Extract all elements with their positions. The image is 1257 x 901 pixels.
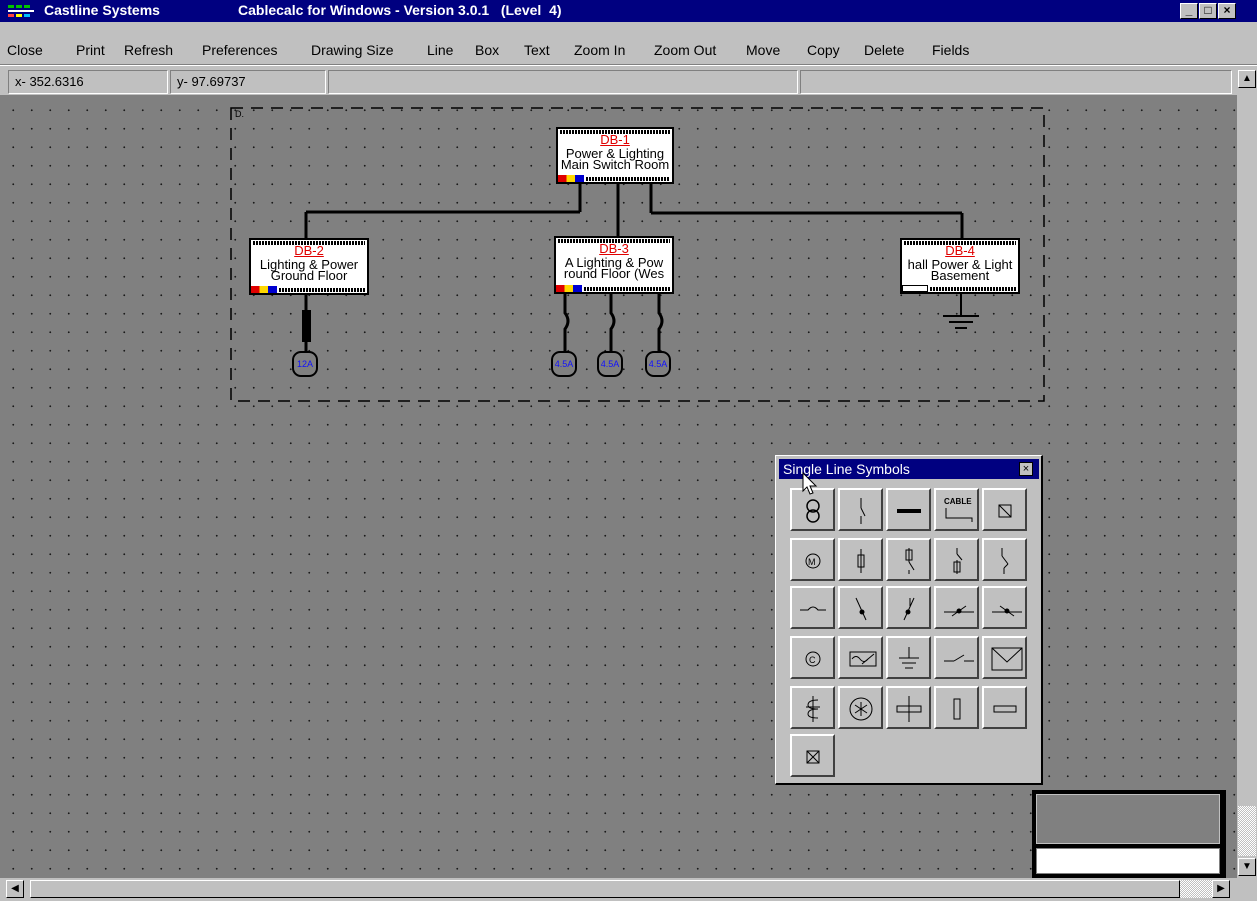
vertical-scrollbar[interactable]: ▲ ▼	[1237, 70, 1257, 878]
status-field-3	[328, 70, 798, 94]
menu-line[interactable]: Line	[427, 42, 453, 62]
menu-text[interactable]: Text	[524, 42, 550, 62]
db3-footer-fields	[584, 287, 670, 291]
menu-print[interactable]: Print	[76, 42, 105, 62]
wiring-lines	[230, 107, 1045, 402]
db2-box[interactable]: DB-2 Lighting & Power Ground Floor	[249, 238, 369, 295]
db3-phase-colors	[556, 285, 582, 292]
drawing-canvas[interactable]: D. DB-1 Power & Lighting Main Switch Roo…	[0, 95, 1237, 878]
db1-phase-colors	[558, 175, 584, 182]
info-panel	[1032, 790, 1226, 878]
breaker-circuit-1[interactable]: 4.5A	[551, 351, 577, 377]
db3-code: DB-3	[599, 241, 629, 256]
mcb-icon[interactable]	[982, 586, 1027, 629]
menu-copy[interactable]: Copy	[807, 42, 840, 62]
title-bar[interactable]: Castline Systems Cablecalc for Windows -…	[0, 0, 1257, 22]
contact-icon[interactable]	[934, 636, 979, 679]
scroll-up-icon[interactable]: ▲	[1238, 70, 1256, 88]
menu-zoom-in[interactable]: Zoom In	[574, 42, 625, 62]
db1-line2: Main Switch Room	[560, 157, 670, 172]
menu-refresh[interactable]: Refresh	[124, 42, 173, 62]
db4-phase-box	[902, 285, 928, 292]
capacitor-icon[interactable]: C	[790, 636, 835, 679]
group-label: D.	[235, 109, 244, 119]
breaker-circuit-2[interactable]: 4.5A	[597, 351, 623, 377]
palette-close-button[interactable]: ×	[1019, 462, 1033, 476]
fuse-icon[interactable]	[838, 538, 883, 581]
app-icon	[6, 3, 36, 19]
scroll-left-icon[interactable]: ◀	[6, 880, 24, 898]
breaker-closed-icon[interactable]	[886, 586, 931, 629]
db2-footer-fields	[279, 288, 365, 292]
x-coordinate-field: x- 352.6316	[8, 70, 168, 94]
star-icon[interactable]	[838, 686, 883, 729]
horizontal-scrollbar[interactable]: ◀ ▶	[0, 878, 1237, 901]
breaker-circuit-3[interactable]: 4.5A	[645, 351, 671, 377]
horizontal-scroll-thumb[interactable]	[30, 880, 1180, 898]
menu-delete[interactable]: Delete	[864, 42, 904, 62]
breaker-open-icon[interactable]	[838, 586, 883, 629]
restore-button[interactable]: □	[1199, 3, 1217, 19]
horizontal-scroll-track[interactable]	[1180, 880, 1212, 898]
db4-line2: Basement	[930, 268, 990, 283]
palette-title-bar[interactable]: Single Line Symbols ×	[779, 459, 1039, 479]
window-title: Cablecalc for Windows - Version 3.0.1 (L…	[238, 2, 562, 18]
company-name: Castline Systems	[44, 2, 160, 18]
envelope-icon[interactable]	[982, 636, 1027, 679]
db4-code: DB-4	[945, 243, 975, 258]
link-icon[interactable]	[790, 586, 835, 629]
vertical-scroll-thumb-area[interactable]	[1238, 806, 1256, 856]
mouse-cursor-icon	[802, 472, 818, 495]
busbar-icon[interactable]	[886, 488, 931, 531]
menu-zoom-out[interactable]: Zoom Out	[654, 42, 716, 62]
db1-footer-fields	[586, 177, 670, 181]
db1-code: DB-1	[600, 132, 630, 147]
horizontal-box-icon[interactable]	[982, 686, 1027, 729]
fuse-switch-icon[interactable]	[886, 538, 931, 581]
breaker-12a[interactable]: 12A	[292, 351, 318, 377]
command-input[interactable]	[1036, 848, 1220, 874]
box-diagonal-icon[interactable]	[982, 488, 1027, 531]
db1-box[interactable]: DB-1 Power & Lighting Main Switch Room	[556, 127, 674, 184]
db3-line2: round Floor (Wes	[563, 266, 665, 281]
db4-box[interactable]: DB-4 hall Power & Light Basement	[900, 238, 1020, 294]
isolator-icon[interactable]	[838, 488, 883, 531]
cable-label: CABLE	[944, 497, 972, 506]
ct-icon[interactable]	[790, 686, 835, 729]
scroll-down-icon[interactable]: ▼	[1238, 858, 1256, 876]
db2-phase-colors	[251, 286, 277, 293]
db3-box[interactable]: DB-3 A Lighting & Pow round Floor (Wes	[554, 236, 674, 294]
db2-line2: Ground Floor	[270, 268, 348, 283]
earth-icon[interactable]	[886, 636, 931, 679]
menu-fields[interactable]: Fields	[932, 42, 969, 62]
cross-bar-icon[interactable]	[886, 686, 931, 729]
disconnector-icon[interactable]	[982, 538, 1027, 581]
menu-close[interactable]: Close	[7, 42, 43, 62]
y-coordinate-field: y- 97.69737	[170, 70, 326, 94]
vertical-box-icon[interactable]	[934, 686, 979, 729]
box-cross-icon[interactable]	[790, 734, 835, 777]
db4-footer-fields	[930, 287, 1016, 291]
info-display	[1036, 794, 1220, 844]
scroll-right-icon[interactable]: ▶	[1212, 880, 1230, 898]
svg-text:M: M	[808, 557, 816, 567]
menu-preferences[interactable]: Preferences	[202, 42, 277, 62]
motor-icon[interactable]: M	[790, 538, 835, 581]
status-field-4	[800, 70, 1232, 94]
db2-code: DB-2	[294, 243, 324, 258]
svg-text:C: C	[809, 655, 816, 665]
menu-move[interactable]: Move	[746, 42, 780, 62]
close-button[interactable]: ×	[1218, 3, 1236, 19]
generator-icon[interactable]	[838, 636, 883, 679]
symbols-palette[interactable]: Single Line Symbols × CABLE M C	[775, 455, 1043, 785]
menu-box[interactable]: Box	[475, 42, 499, 62]
menu-divider-highlight	[0, 65, 1257, 66]
cable-icon[interactable]: CABLE	[934, 488, 979, 531]
switch-fuse-icon[interactable]	[934, 538, 979, 581]
minimize-button[interactable]: _	[1180, 3, 1198, 19]
menu-drawing-size[interactable]: Drawing Size	[311, 42, 393, 62]
mccb-icon[interactable]	[934, 586, 979, 629]
